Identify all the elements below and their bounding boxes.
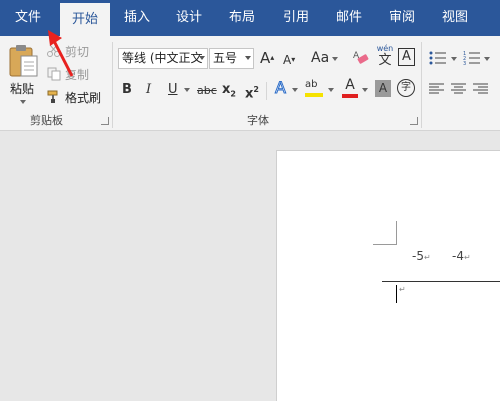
numbering-icon[interactable]: 1 2 3 xyxy=(463,50,481,66)
align-left-icon[interactable] xyxy=(429,83,444,95)
character-border-button[interactable]: A xyxy=(398,48,415,66)
superscript-button[interactable]: x2 xyxy=(245,81,259,103)
tab-layout[interactable]: 布局 xyxy=(219,0,265,36)
tab-insert[interactable]: 插入 xyxy=(114,0,160,36)
bullets-icon[interactable] xyxy=(429,50,447,66)
axis-line xyxy=(382,281,500,282)
highlight-caret[interactable] xyxy=(328,88,334,92)
enclose-characters-icon: 字 xyxy=(401,82,411,93)
text-cursor xyxy=(396,285,397,303)
underline-caret[interactable] xyxy=(184,88,190,92)
group-divider xyxy=(112,42,113,128)
bullets-caret[interactable] xyxy=(451,57,457,61)
annotation-arrow-icon xyxy=(48,30,74,77)
font-color-swatch xyxy=(342,94,358,98)
chevron-down-icon xyxy=(199,56,205,60)
font-color-icon: A xyxy=(345,77,355,93)
font-color-caret[interactable] xyxy=(362,88,368,92)
text-effects-caret[interactable] xyxy=(292,88,298,92)
text-effects-button[interactable]: A xyxy=(275,78,287,97)
clipboard-icon xyxy=(9,45,38,77)
change-case-button[interactable]: Aa xyxy=(311,49,329,67)
caret-up-icon: ▴ xyxy=(270,53,275,62)
font-dialog-launcher[interactable] xyxy=(410,117,418,125)
italic-button[interactable]: I xyxy=(146,81,151,99)
font-name-dropdown[interactable]: 等线 (中文正文 xyxy=(118,48,208,69)
change-case-icon: Aa xyxy=(311,50,330,66)
group-divider xyxy=(421,42,422,128)
font-group-label: 字体 xyxy=(247,114,269,127)
phonetic-top-text: wén xyxy=(376,44,394,53)
character-shading-icon: A xyxy=(378,81,388,95)
strikethrough-button[interactable]: abc xyxy=(197,82,217,100)
caret-down-icon: ▾ xyxy=(291,55,296,64)
character-shading-button[interactable]: A xyxy=(375,80,391,97)
paragraph-mark: ↵ xyxy=(399,285,406,294)
tab-design[interactable]: 设计 xyxy=(166,0,212,36)
phonetic-main-text: 文 xyxy=(378,53,392,68)
eraser-icon: A xyxy=(353,51,369,64)
highlight-button[interactable]: ab xyxy=(305,79,325,101)
clear-formatting-button[interactable]: A xyxy=(352,48,370,68)
paste-label: 粘贴 xyxy=(10,82,35,96)
phonetic-guide-button[interactable]: wén 文 xyxy=(375,44,395,70)
font-size-dropdown[interactable]: 五号 xyxy=(209,48,254,69)
grow-font-icon: A xyxy=(260,49,271,67)
document-page[interactable]: -5↵ -4↵ ↵ xyxy=(276,150,500,401)
shrink-font-icon: A xyxy=(283,53,292,67)
tab-references[interactable]: 引用 xyxy=(273,0,319,36)
subscript-button[interactable]: x2 xyxy=(222,81,236,104)
underline-button[interactable]: U xyxy=(168,81,178,99)
numbering-caret[interactable] xyxy=(484,57,490,61)
change-case-caret[interactable] xyxy=(332,57,338,61)
font-name-value: 等线 (中文正文 xyxy=(122,51,203,65)
format-painter-label: 格式刷 xyxy=(65,91,102,105)
font-color-button[interactable]: A xyxy=(341,78,359,100)
highlight-color-swatch xyxy=(305,93,323,97)
font-size-value: 五号 xyxy=(213,51,238,65)
chevron-down-icon xyxy=(245,56,251,60)
format-painter-button[interactable]: 格式刷 xyxy=(47,88,107,106)
divider xyxy=(266,82,267,100)
tab-review[interactable]: 审阅 xyxy=(379,0,425,36)
tab-view[interactable]: 视图 xyxy=(432,0,478,36)
grow-font-button[interactable]: A▴ xyxy=(260,49,274,67)
ruler-value: -4↵ xyxy=(452,249,471,263)
tab-mailings[interactable]: 邮件 xyxy=(326,0,372,36)
margin-corner-mark xyxy=(373,221,397,245)
paintbrush-icon xyxy=(47,90,58,103)
paste-button[interactable]: 粘贴 xyxy=(4,40,42,110)
shrink-font-button[interactable]: A▾ xyxy=(283,51,295,69)
enclose-characters-button[interactable]: 字 xyxy=(397,79,415,97)
character-border-icon: A xyxy=(402,49,411,64)
paste-options-caret[interactable] xyxy=(20,100,26,104)
highlighter-icon: ab xyxy=(305,79,318,90)
bold-button[interactable]: B xyxy=(122,81,132,99)
svg-text:3: 3 xyxy=(463,61,466,66)
clipboard-dialog-launcher[interactable] xyxy=(101,117,109,125)
align-center-icon[interactable] xyxy=(451,83,466,95)
align-right-icon[interactable] xyxy=(473,83,488,95)
clipboard-group-label: 剪贴板 xyxy=(30,114,63,127)
ruler-value: -5↵ xyxy=(412,249,431,263)
